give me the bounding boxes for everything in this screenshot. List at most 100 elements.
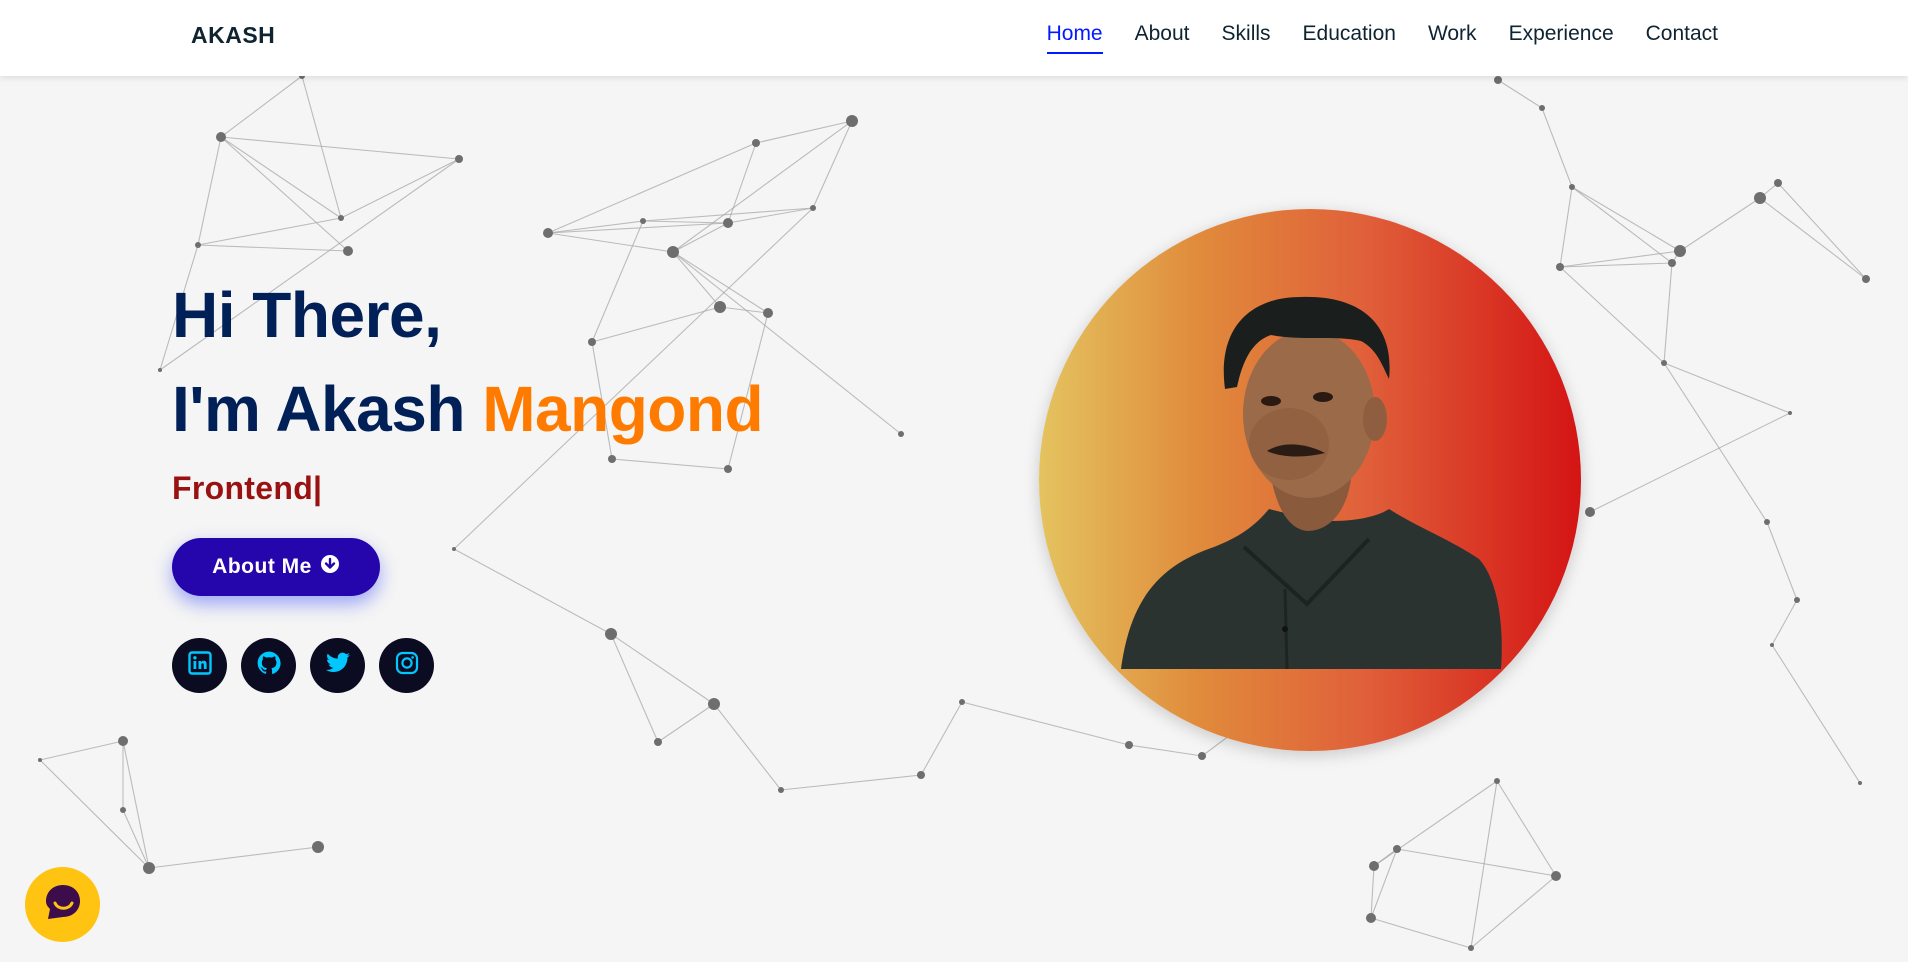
profile-photo	[1039, 209, 1581, 751]
network-link	[1759, 197, 1867, 280]
network-node	[195, 242, 201, 248]
network-node	[667, 246, 679, 258]
network-node	[452, 547, 456, 551]
network-link	[340, 158, 460, 219]
nav-contact[interactable]: Contact	[1646, 22, 1718, 54]
network-node	[917, 771, 925, 779]
nav-skills[interactable]: Skills	[1222, 22, 1271, 54]
network-link	[1559, 266, 1665, 364]
network-node	[1556, 263, 1564, 271]
network-node	[1369, 861, 1379, 871]
network-link	[122, 740, 150, 869]
brand-logo[interactable]: AKASH	[191, 22, 275, 49]
twitter-link[interactable]	[310, 638, 365, 693]
network-node	[778, 787, 784, 793]
network-link	[1373, 780, 1498, 867]
network-link	[1470, 780, 1498, 949]
network-node	[216, 132, 226, 142]
network-node	[810, 205, 816, 211]
network-link	[780, 774, 922, 791]
network-link	[547, 232, 674, 253]
nav-work[interactable]: Work	[1428, 22, 1477, 54]
network-link	[148, 846, 319, 869]
instagram-icon	[395, 651, 419, 680]
network-node	[1774, 179, 1782, 187]
network-link	[220, 136, 342, 219]
linkedin-link[interactable]	[172, 638, 227, 693]
network-node	[640, 218, 646, 224]
network-node	[1862, 275, 1870, 283]
network-link	[1496, 780, 1557, 877]
nav-experience[interactable]: Experience	[1509, 22, 1614, 54]
network-node	[312, 841, 324, 853]
network-node	[120, 807, 126, 813]
network-link	[1777, 182, 1867, 280]
network-node	[1858, 781, 1862, 785]
network-link	[1766, 521, 1798, 601]
network-node	[723, 218, 733, 228]
network-node	[1788, 411, 1792, 415]
network-link	[197, 217, 342, 246]
network-link	[220, 136, 460, 160]
nav-education[interactable]: Education	[1303, 22, 1396, 54]
network-link	[727, 142, 757, 224]
nav-home[interactable]: Home	[1046, 22, 1103, 54]
hero-name-accent: Mangond	[482, 373, 764, 445]
hero-intro-prefix: I'm Akash	[172, 373, 483, 445]
github-link[interactable]	[241, 638, 296, 693]
network-link	[657, 703, 715, 743]
network-node	[605, 628, 617, 640]
network-node	[846, 115, 858, 127]
network-link	[1128, 744, 1203, 757]
network-link	[812, 120, 853, 209]
network-node	[1569, 184, 1575, 190]
network-link	[961, 701, 1130, 746]
network-node	[543, 228, 553, 238]
nav-about[interactable]: About	[1135, 22, 1190, 54]
network-link	[197, 244, 349, 252]
network-node	[898, 431, 904, 437]
person-portrait-image	[1121, 296, 1502, 670]
network-node	[338, 215, 344, 221]
arrow-down-circle-icon	[320, 554, 340, 580]
chat-smile-icon	[42, 881, 84, 928]
network-link	[1771, 644, 1861, 784]
instagram-link[interactable]	[379, 638, 434, 693]
chat-widget-button[interactable]	[25, 867, 100, 942]
network-link	[1541, 107, 1573, 188]
network-link	[713, 703, 782, 791]
network-node	[1198, 752, 1206, 760]
network-node	[1539, 105, 1545, 111]
network-link	[1663, 362, 1768, 523]
network-link	[1589, 412, 1791, 513]
network-node	[1585, 507, 1595, 517]
network-link	[1663, 262, 1673, 364]
network-link	[1663, 362, 1791, 414]
network-link	[672, 222, 729, 253]
network-link	[1396, 848, 1557, 877]
twitter-icon	[325, 650, 351, 681]
linkedin-icon	[187, 651, 212, 680]
network-node	[1674, 245, 1686, 257]
network-link	[220, 136, 349, 252]
network-link	[1679, 197, 1761, 252]
network-link	[453, 548, 612, 635]
network-link	[1497, 79, 1543, 109]
network-node	[158, 368, 162, 372]
network-node	[708, 698, 720, 710]
network-node	[1661, 360, 1667, 366]
network-node	[455, 155, 463, 163]
network-node	[38, 758, 42, 762]
network-node	[654, 738, 662, 746]
network-node	[118, 736, 128, 746]
network-node	[1125, 741, 1133, 749]
network-node	[1794, 597, 1800, 603]
network-link	[1571, 186, 1673, 264]
network-link	[197, 136, 222, 246]
network-link	[39, 759, 150, 869]
network-node	[1494, 76, 1502, 84]
about-me-button[interactable]: About Me	[172, 538, 380, 596]
network-node	[763, 308, 773, 318]
network-link	[122, 809, 150, 869]
hero-greeting: Hi There,	[172, 279, 442, 351]
